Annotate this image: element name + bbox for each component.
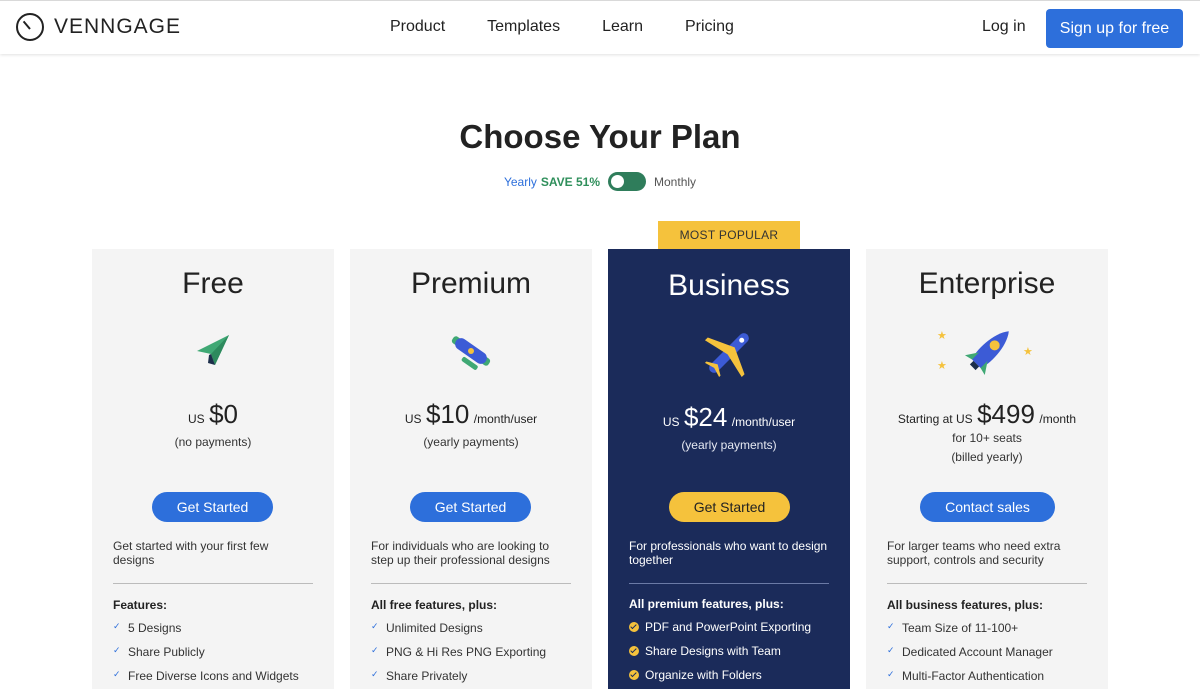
price-amount: $499 <box>977 399 1035 429</box>
billing-toggle[interactable] <box>608 172 647 191</box>
feature-list: ✓ Unlimited Designs ✓ PNG & Hi Res PNG Exp… <box>371 621 546 693</box>
venngage-logo-icon <box>16 13 44 41</box>
check-circle-icon <box>629 670 639 680</box>
price-amount: $10 <box>425 399 470 429</box>
feature-list: ✓ 5 Designs ✓ Share Publicly ✓ Free Diverse… <box>113 621 299 693</box>
plan-card-premium: Premium US $10 /month/user (yearly payme… <box>350 249 592 689</box>
check-icon: ✓ <box>113 645 121 655</box>
price-period: /month <box>1039 412 1077 426</box>
save-label: SAVE 51% <box>540 174 601 189</box>
contact-sales-button[interactable]: Contact sales <box>920 492 1055 522</box>
plan-name: Premium <box>410 267 531 300</box>
get-started-button[interactable]: Get Started <box>410 492 531 522</box>
plan-card-business: Business US $24 /month/user (yearly paym… <box>608 249 850 689</box>
svg-text:★: ★ <box>1023 346 1033 358</box>
get-started-button[interactable]: Get Started <box>152 492 273 522</box>
feature-item: Organize with Folders <box>629 668 811 692</box>
billing-note: (billed yearly) <box>951 450 1023 464</box>
plan-card-enterprise: Enterprise ★ ★ ★ Starting at US $499 /mo… <box>866 249 1108 689</box>
feature-list: ✓ Team Size of 11-100+ ✓ Dedicated Account… <box>887 621 1053 693</box>
features-heading: All business features, plus: <box>887 598 1044 612</box>
page-title: Choose Your Plan <box>459 118 741 155</box>
airplane-icon <box>608 323 850 383</box>
price-period: /month/user <box>473 412 538 426</box>
svg-text:★: ★ <box>937 360 947 372</box>
brand-name: VENNGAGE <box>54 15 182 38</box>
price-prefix: US <box>662 415 680 429</box>
login-link[interactable]: Log in <box>982 18 1026 36</box>
price-period: /month/user <box>731 415 796 429</box>
features-heading: All premium features, plus: <box>629 597 784 611</box>
features-heading: All free features, plus: <box>371 598 498 612</box>
nav-links: Product Templates Learn Pricing <box>390 18 776 36</box>
check-circle-icon <box>629 646 639 656</box>
plan-description: For individuals who are looking to step … <box>371 539 550 567</box>
check-icon: ✓ <box>887 621 895 631</box>
feature-item: ✓ Multi-Factor Authentication <box>887 669 1045 683</box>
feature-list: PDF and PowerPoint Exporting Share Desig… <box>629 620 811 692</box>
plan-description: For professionals who want to design tog… <box>629 539 828 567</box>
nav-link-learn[interactable]: Learn <box>602 18 643 36</box>
nav-link-product[interactable]: Product <box>390 18 445 36</box>
feature-item: ✓ PNG & Hi Res PNG Exporting <box>371 645 547 659</box>
plan-name: Free <box>182 267 244 300</box>
price: US $10 /month/user <box>350 399 592 430</box>
price-prefix: Starting at US <box>897 412 973 426</box>
plan-description: For larger teams who need extra support,… <box>887 539 1061 567</box>
feature-item: ✓ Unlimited Designs <box>371 621 483 635</box>
price-prefix: US <box>404 412 422 426</box>
plan-name: Business <box>668 269 790 302</box>
rocket-icon: ★ ★ ★ <box>866 321 1108 381</box>
price-note: (yearly payments) <box>681 438 777 452</box>
check-icon: ✓ <box>113 669 121 679</box>
paper-plane-icon <box>92 321 334 381</box>
price-amount: $0 <box>209 399 239 429</box>
feature-item: ✓ Team Size of 11-100+ <box>887 621 1019 635</box>
divider <box>371 583 571 584</box>
check-icon: ✓ <box>371 669 379 679</box>
check-icon: ✓ <box>371 621 379 631</box>
billing-toggle-row: Yearly SAVE 51% Monthly <box>0 172 1200 191</box>
svg-text:★: ★ <box>937 330 947 342</box>
toggle-knob <box>611 175 625 188</box>
nav-link-pricing[interactable]: Pricing <box>685 18 734 36</box>
nav-link-templates[interactable]: Templates <box>487 18 560 36</box>
monthly-label[interactable]: Monthly <box>654 175 696 189</box>
logo[interactable]: VENNGAGE <box>16 13 181 41</box>
feature-item: ✓ 5 Designs <box>113 621 182 635</box>
check-icon: ✓ <box>887 645 895 655</box>
plan-card-free: Free US $0 (no payments) Get Started Get… <box>92 249 334 689</box>
feature-item: ✓ Share Publicly <box>113 645 205 659</box>
top-navbar: VENNGAGE Product Templates Learn Pricing… <box>0 0 1200 54</box>
most-popular-badge: MOST POPULAR <box>658 221 800 249</box>
divider <box>887 583 1087 584</box>
price-note: (yearly payments) <box>423 435 519 449</box>
plan-name: Enterprise <box>918 267 1056 300</box>
feature-item: PDF and PowerPoint Exporting <box>629 620 811 644</box>
price-note: (no payments) <box>174 435 252 449</box>
check-circle-icon <box>629 622 639 632</box>
signup-button[interactable]: Sign up for free <box>1046 9 1183 48</box>
divider <box>113 583 313 584</box>
get-started-button[interactable]: Get Started <box>669 492 790 522</box>
feature-item: ✓ Share Privately <box>371 669 468 683</box>
feature-item: ✓ Free Diverse Icons and Widgets <box>113 669 299 683</box>
price-prefix: US <box>187 412 205 426</box>
feature-item: Share Designs with Team <box>629 644 811 668</box>
check-icon: ✓ <box>113 621 121 631</box>
price: US $24 /month/user <box>608 402 850 433</box>
check-icon: ✓ <box>371 645 379 655</box>
price: Starting at US $499 /month <box>866 399 1108 430</box>
seats-note: for 10+ seats <box>952 431 1022 445</box>
biplane-icon <box>350 321 592 381</box>
plan-description: Get started with your first few designs <box>113 539 269 567</box>
divider <box>629 583 829 584</box>
price-amount: $24 <box>683 402 728 432</box>
price: US $0 <box>92 399 334 430</box>
check-icon: ✓ <box>887 669 895 679</box>
feature-item: ✓ Dedicated Account Manager <box>887 645 1053 659</box>
features-heading: Features: <box>113 598 168 612</box>
yearly-label[interactable]: Yearly <box>504 175 537 189</box>
